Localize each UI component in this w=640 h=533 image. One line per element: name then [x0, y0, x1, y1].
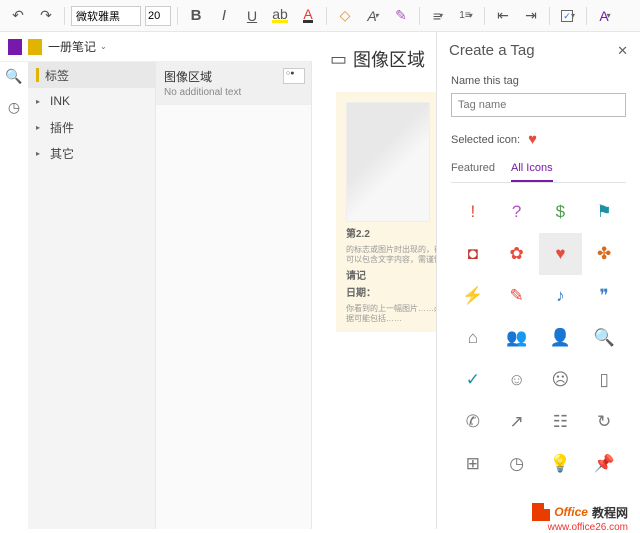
pin-icon[interactable]: 📌: [582, 443, 626, 485]
font-name-input[interactable]: [71, 6, 141, 26]
selected-icon-row: Selected icon: ♥: [451, 131, 626, 148]
grid-icon[interactable]: ⊞: [451, 443, 495, 485]
separator: [419, 7, 420, 25]
separator: [586, 7, 587, 25]
icon-grid: ! ? $ ⚑ ◘ ✿ ♥ ✤ ⚡ ✎ ♪ ❞ ⌂ 👥 👤 🔍 ✓ ☺ ☹ ▯ …: [451, 191, 626, 485]
search-icon[interactable]: 🔍: [5, 68, 22, 85]
font-color-button[interactable]: A: [296, 4, 320, 28]
numbered-list-button[interactable]: 1≡▾: [454, 4, 478, 28]
format-painter-button[interactable]: ✎: [389, 4, 413, 28]
expand-icon: ▸: [36, 97, 44, 106]
page-item[interactable]: 图像区域 No additional text: [156, 62, 311, 105]
page-title-text[interactable]: 图像区域: [353, 46, 425, 72]
formatting-toolbar: ↶ ↷ B I U ab A ◇ A▾ ✎ ≡▾ 1≡▾ ⇤ ⇥ ✓▾ A▾: [0, 0, 640, 32]
section-label: 其它: [50, 145, 74, 162]
phone-icon[interactable]: ✆: [451, 401, 495, 443]
calendar-refresh-icon[interactable]: ↻: [582, 401, 626, 443]
notebook-name[interactable]: 一册笔记: [48, 38, 96, 55]
tab-featured[interactable]: Featured: [451, 158, 495, 182]
separator: [484, 7, 485, 25]
separator: [64, 7, 65, 25]
separator: [177, 7, 178, 25]
undo-button[interactable]: ↶: [6, 4, 30, 28]
calendar-icon[interactable]: ☷: [539, 401, 583, 443]
page-subtitle: No additional text: [164, 87, 303, 98]
close-icon[interactable]: ✕: [617, 43, 628, 59]
section-label: 插件: [50, 119, 74, 136]
redo-button[interactable]: ↷: [34, 4, 58, 28]
flag-icon[interactable]: ⚑: [582, 191, 626, 233]
lightbulb-icon[interactable]: 💡: [539, 443, 583, 485]
exclamation-icon[interactable]: !: [451, 191, 495, 233]
call-out-icon[interactable]: ↗: [495, 401, 539, 443]
selected-icon-label: Selected icon:: [451, 134, 520, 146]
clock-icon[interactable]: ◷: [495, 443, 539, 485]
outdent-button[interactable]: ⇤: [491, 4, 515, 28]
italic-button[interactable]: I: [212, 4, 236, 28]
expand-icon: ▸: [36, 149, 44, 158]
watermark-url: www.office26.com: [548, 522, 628, 533]
section-item-ink[interactable]: ▸ INK: [28, 88, 155, 114]
person-search-icon[interactable]: 🔍: [582, 317, 626, 359]
section-label: INK: [50, 94, 70, 108]
create-tag-panel: Create a Tag ✕ Name this tag Selected ic…: [436, 32, 640, 529]
name-field-label: Name this tag: [451, 75, 626, 87]
book-icon: ▭: [330, 49, 347, 70]
music-note-icon[interactable]: ♪: [539, 275, 583, 317]
section-item-plugins[interactable]: ▸ 插件: [28, 114, 155, 140]
section-color-bar: [36, 68, 39, 82]
icon-tabs: Featured All Icons: [451, 158, 626, 183]
underline-button[interactable]: U: [240, 4, 264, 28]
tag-name-input[interactable]: [451, 93, 626, 117]
bulleted-list-button[interactable]: ≡▾: [426, 4, 450, 28]
smile-icon[interactable]: ☺: [495, 359, 539, 401]
person-check-icon[interactable]: ✓: [451, 359, 495, 401]
people-icon[interactable]: 👥: [495, 317, 539, 359]
styles-dropdown-button[interactable]: A▾: [593, 4, 617, 28]
section-group-icon: [28, 39, 42, 55]
flower-icon[interactable]: ✿: [495, 233, 539, 275]
left-rail: 🔍 ◷: [0, 62, 28, 116]
highlight-button[interactable]: ab: [268, 4, 292, 28]
separator: [549, 7, 550, 25]
panel-title: Create a Tag: [449, 42, 535, 59]
phone-device-icon[interactable]: ▯: [582, 359, 626, 401]
todo-tag-button[interactable]: ✓▾: [556, 4, 580, 28]
pushpin-icon[interactable]: ◘: [451, 233, 495, 275]
recent-icon[interactable]: ◷: [8, 99, 20, 116]
frown-icon[interactable]: ☹: [539, 359, 583, 401]
lightning-icon[interactable]: ⚡: [451, 275, 495, 317]
bold-button[interactable]: B: [184, 4, 208, 28]
embedded-image: [346, 102, 430, 222]
person-plus-icon[interactable]: 👤: [539, 317, 583, 359]
page-thumbnail: [283, 68, 305, 84]
section-label: 标签: [45, 67, 69, 84]
indent-button[interactable]: ⇥: [519, 4, 543, 28]
heart-icon[interactable]: ♥: [539, 233, 583, 275]
dollar-icon[interactable]: $: [539, 191, 583, 233]
chevron-down-icon[interactable]: ⌄: [100, 42, 107, 51]
section-item-other[interactable]: ▸ 其它: [28, 140, 155, 166]
tab-all-icons[interactable]: All Icons: [511, 158, 553, 182]
page-list: 图像区域 No additional text: [156, 62, 312, 529]
panel-header: Create a Tag ✕: [437, 32, 640, 69]
section-item-tags[interactable]: 标签: [28, 62, 155, 88]
quote-icon[interactable]: ❞: [582, 275, 626, 317]
notebook-icon: [8, 39, 22, 55]
question-icon[interactable]: ?: [495, 191, 539, 233]
separator: [326, 7, 327, 25]
clover-icon[interactable]: ✤: [582, 233, 626, 275]
clear-formatting-button[interactable]: ◇: [333, 4, 357, 28]
home-icon[interactable]: ⌂: [451, 317, 495, 359]
font-size-input[interactable]: [145, 6, 171, 26]
styles-button[interactable]: A▾: [361, 4, 385, 28]
section-list: 标签 ▸ INK ▸ 插件 ▸ 其它: [28, 62, 156, 529]
pen-icon[interactable]: ✎: [495, 275, 539, 317]
heart-icon: ♥: [528, 131, 537, 148]
expand-icon: ▸: [36, 123, 44, 132]
